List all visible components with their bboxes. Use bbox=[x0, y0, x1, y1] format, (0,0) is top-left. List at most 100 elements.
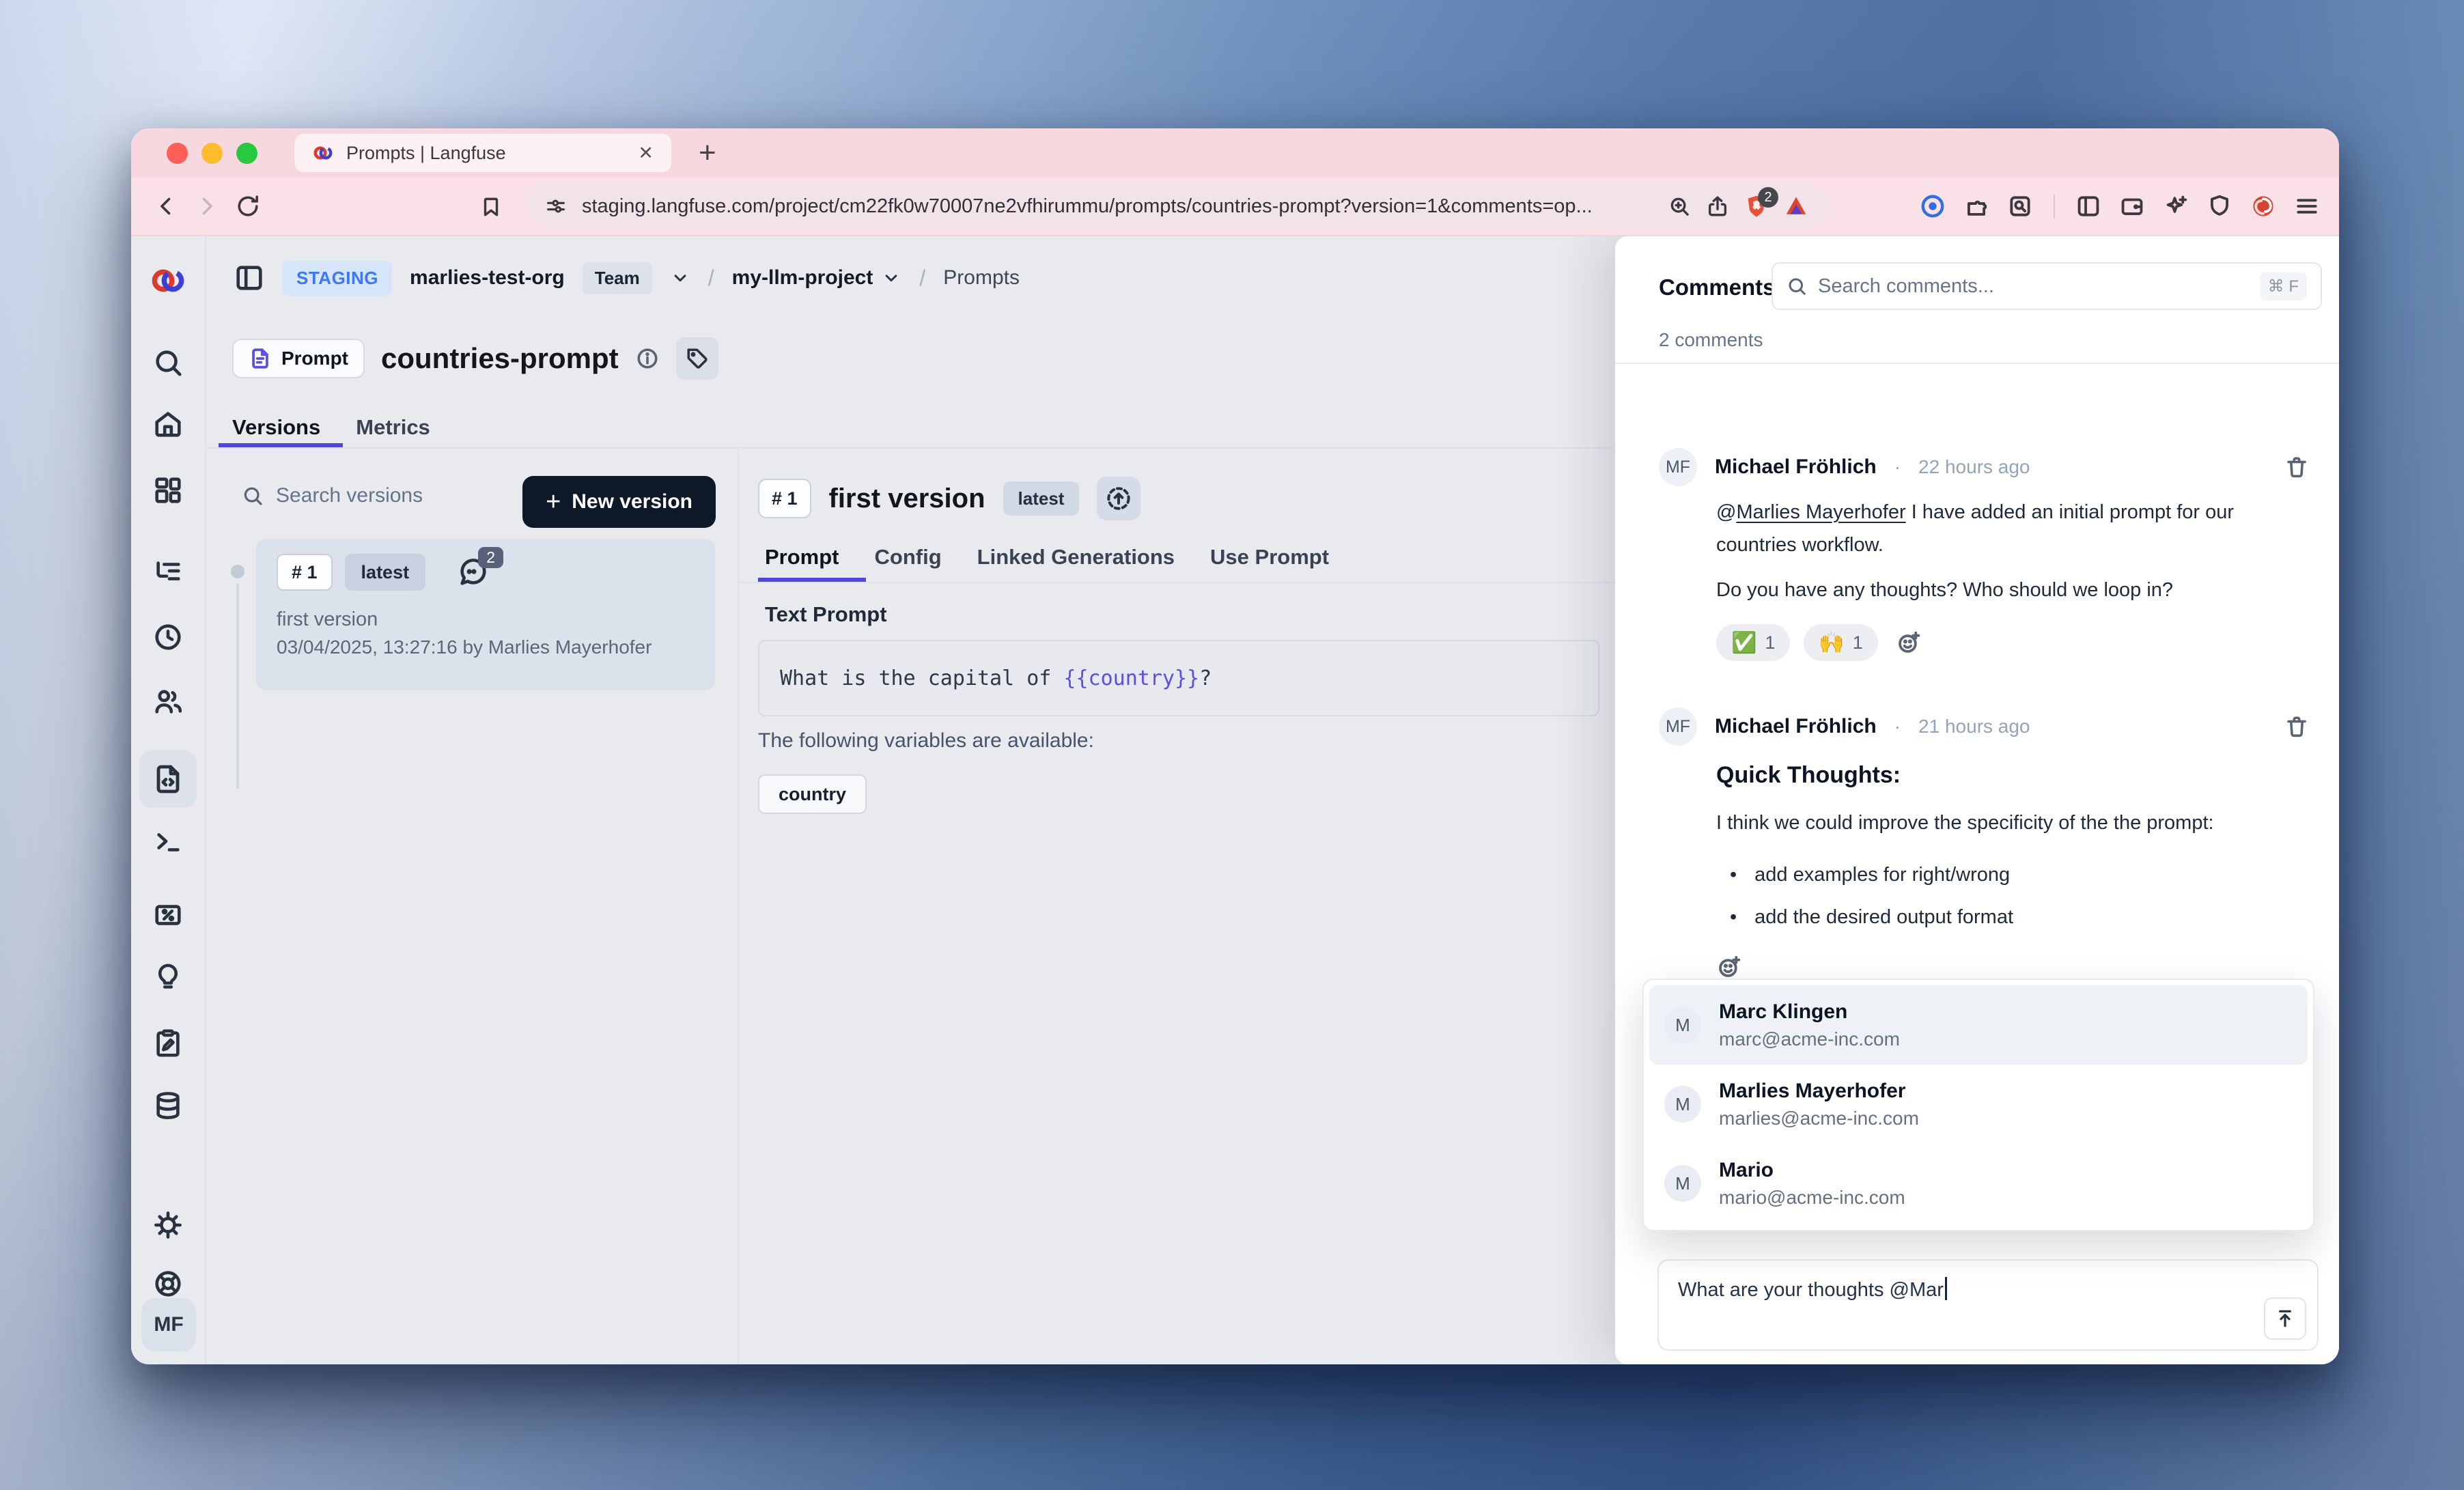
sidebar-tracing-icon[interactable] bbox=[148, 552, 188, 592]
tab-prompt[interactable]: Prompt bbox=[765, 545, 839, 570]
comments-indicator[interactable]: 2 bbox=[457, 557, 488, 588]
url-bar[interactable]: staging.langfuse.com/project/cm22fk0w700… bbox=[526, 185, 1828, 227]
versions-search[interactable] bbox=[242, 484, 494, 507]
window-minimize-button[interactable] bbox=[201, 143, 223, 164]
zoom-in-icon[interactable] bbox=[1668, 195, 1691, 218]
submit-comment-button[interactable] bbox=[2264, 1297, 2306, 1340]
langfuse-favicon bbox=[312, 142, 334, 164]
detail-version-title: first version bbox=[829, 483, 985, 514]
sidebar-prompts-icon-active[interactable] bbox=[139, 750, 197, 808]
sidebar-sessions-icon[interactable] bbox=[148, 617, 188, 657]
desktop-background: Prompts | Langfuse ✕ + stag bbox=[0, 0, 2464, 1490]
browser-tab-bar: Prompts | Langfuse ✕ + bbox=[131, 128, 2339, 178]
tab-close-icon[interactable]: ✕ bbox=[638, 143, 654, 164]
tag-button[interactable] bbox=[676, 337, 718, 380]
mention-option-marc[interactable]: M Marc Klingen marc@acme-inc.com bbox=[1649, 985, 2308, 1065]
breadcrumb: STAGING marlies-test-org Team / my-llm-p… bbox=[234, 257, 1020, 299]
sidebar-dashboards-icon[interactable] bbox=[148, 470, 188, 510]
tab-versions[interactable]: Versions bbox=[232, 415, 320, 440]
sidebar-settings-icon[interactable] bbox=[148, 1205, 188, 1245]
mention-dropdown: M Marc Klingen marc@acme-inc.com M Marli… bbox=[1642, 979, 2314, 1231]
avatar: M bbox=[1664, 1007, 1701, 1043]
text-prompt-heading: Text Prompt bbox=[765, 602, 887, 627]
sidebar-datasets-icon[interactable] bbox=[148, 1086, 188, 1125]
leo-ai-sparkle-icon[interactable] bbox=[2163, 193, 2189, 219]
mention-option-mario[interactable]: M Mario mario@acme-inc.com bbox=[1649, 1144, 2308, 1223]
promote-version-button[interactable] bbox=[1097, 477, 1140, 520]
sidebar-evaluation-icon[interactable] bbox=[148, 957, 188, 997]
info-icon[interactable] bbox=[635, 346, 660, 371]
site-settings-icon[interactable] bbox=[545, 195, 567, 217]
user-avatar[interactable]: MF bbox=[141, 1298, 196, 1351]
tab-use-prompt[interactable]: Use Prompt bbox=[1210, 545, 1329, 570]
search-box-extension-icon[interactable] bbox=[2007, 193, 2033, 219]
tab-metrics[interactable]: Metrics bbox=[356, 415, 430, 440]
breadcrumb-separator: / bbox=[919, 266, 925, 291]
versions-search-input[interactable] bbox=[276, 484, 494, 507]
reaction-hands-pill[interactable]: 🙌 1 bbox=[1804, 624, 1877, 661]
sidebar-panel-icon[interactable] bbox=[2075, 193, 2101, 219]
delete-comment-button[interactable] bbox=[2284, 455, 2309, 479]
prompt-file-icon bbox=[249, 347, 272, 370]
red-swirl-extension-icon[interactable] bbox=[2250, 193, 2276, 219]
check-emoji: ✅ bbox=[1731, 631, 1756, 655]
org-role-label: Team bbox=[595, 268, 640, 289]
comment-item: MF Michael Fröhlich · 22 hours ago @Marl… bbox=[1659, 448, 2309, 661]
mention-option-marlies[interactable]: M Marlies Mayerhofer marlies@acme-inc.co… bbox=[1649, 1065, 2308, 1144]
add-reaction-button[interactable] bbox=[1716, 954, 1742, 980]
sidebar-playground-icon[interactable] bbox=[148, 821, 188, 861]
forward-button[interactable] bbox=[191, 191, 223, 222]
bullet-item: add examples for right/wrong bbox=[1730, 858, 2309, 891]
langfuse-logo[interactable] bbox=[148, 261, 188, 300]
mention-name: Marc Klingen bbox=[1719, 1000, 1900, 1024]
comments-title: Comments bbox=[1659, 275, 1776, 300]
tab-linked-generations[interactable]: Linked Generations bbox=[977, 545, 1175, 570]
brave-logo-icon[interactable] bbox=[1784, 194, 1808, 219]
window-zoom-button[interactable] bbox=[236, 143, 257, 164]
menu-icon[interactable] bbox=[2294, 193, 2320, 219]
breadcrumb-project[interactable]: my-llm-project bbox=[732, 266, 902, 290]
detail-version-badge: # 1 bbox=[758, 479, 811, 518]
tag-icon bbox=[685, 346, 710, 371]
privacy-shield-icon[interactable] bbox=[2207, 193, 2232, 219]
delete-comment-button[interactable] bbox=[2284, 714, 2309, 739]
page-tabs: Versions Metrics bbox=[232, 415, 430, 440]
add-reaction-button[interactable] bbox=[1896, 630, 1922, 656]
sidebar-annotation-icon[interactable] bbox=[148, 1024, 188, 1063]
prompt-variable: {{country}} bbox=[1063, 666, 1199, 690]
wallet-icon[interactable] bbox=[2119, 193, 2145, 219]
reload-button[interactable] bbox=[232, 191, 264, 222]
new-version-button[interactable]: + New version bbox=[522, 476, 716, 528]
sidebar-search-icon[interactable] bbox=[148, 343, 188, 382]
new-version-label: New version bbox=[572, 490, 692, 514]
brave-shield-icon[interactable]: 2 bbox=[1744, 194, 1769, 219]
mention-email: marc@acme-inc.com bbox=[1719, 1028, 1900, 1050]
project-name: my-llm-project bbox=[732, 266, 873, 290]
org-role-badge[interactable]: Team bbox=[583, 262, 652, 294]
sidebar-scores-icon[interactable] bbox=[148, 895, 188, 935]
sidebar-home-icon[interactable] bbox=[148, 404, 188, 444]
new-tab-button[interactable]: + bbox=[699, 136, 716, 170]
comments-search-input[interactable] bbox=[1818, 275, 2249, 298]
comment-timestamp: 21 hours ago bbox=[1918, 716, 2030, 737]
chevron-down-icon[interactable] bbox=[670, 268, 690, 288]
mention-link[interactable]: Marlies Mayerhofer bbox=[1736, 501, 1905, 523]
sidebar-toggle-icon[interactable] bbox=[234, 262, 265, 294]
text-caret bbox=[1945, 1277, 1947, 1300]
password-manager-icon[interactable] bbox=[1920, 193, 1946, 219]
detail-tabs: Prompt Config Linked Generations Use Pro… bbox=[765, 545, 1329, 570]
window-close-button[interactable] bbox=[167, 143, 188, 164]
share-icon[interactable] bbox=[1706, 195, 1729, 218]
page-title-row: Prompt countries-prompt bbox=[232, 337, 718, 380]
back-button[interactable] bbox=[150, 191, 182, 222]
sidebar-users-icon[interactable] bbox=[148, 681, 188, 721]
extensions-puzzle-icon[interactable] bbox=[1963, 193, 1989, 219]
bookmark-icon[interactable] bbox=[475, 191, 507, 222]
tab-config[interactable]: Config bbox=[875, 545, 942, 570]
comment-input[interactable]: What are your thoughts @Mar bbox=[1657, 1259, 2319, 1351]
browser-tab[interactable]: Prompts | Langfuse ✕ bbox=[294, 134, 671, 172]
breadcrumb-org[interactable]: marlies-test-org bbox=[410, 266, 565, 290]
version-list-item[interactable]: # 1 latest 2 first version 03/04/2025, 1… bbox=[256, 539, 715, 690]
comments-search[interactable]: ⌘ F bbox=[1772, 262, 2322, 310]
reaction-check-pill[interactable]: ✅ 1 bbox=[1716, 624, 1790, 661]
